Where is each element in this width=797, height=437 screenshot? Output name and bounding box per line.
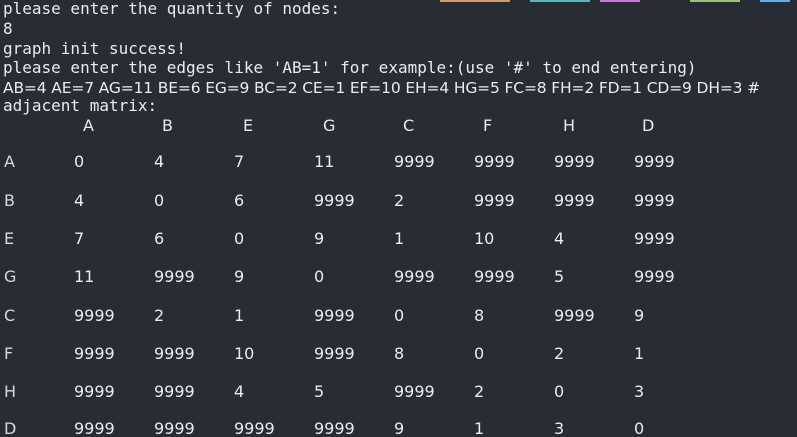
top-edge-segment	[530, 0, 590, 2]
matrix-cell: 8	[474, 306, 485, 325]
matrix-cell: 3	[554, 419, 565, 437]
terminal-window[interactable]: please enter the quantity of nodes: 8 gr…	[0, 0, 797, 437]
matrix-column-header: D	[642, 116, 655, 135]
matrix-cell: 9	[394, 419, 405, 437]
matrix-cell: 4	[74, 191, 85, 210]
matrix-row-label: E	[4, 229, 15, 248]
matrix-cell: 1	[634, 344, 645, 363]
matrix-cell: 0	[474, 344, 485, 363]
matrix-cell: 9999	[394, 152, 435, 171]
matrix-column-header: A	[83, 116, 94, 135]
matrix-cell: 4	[154, 152, 165, 171]
matrix-row-label: H	[4, 382, 17, 401]
matrix-cell: 9999	[314, 344, 355, 363]
matrix-cell: 9999	[474, 152, 515, 171]
matrix-cell: 1	[474, 419, 485, 437]
matrix-cell: 8	[394, 344, 405, 363]
matrix-cell: 9999	[314, 419, 355, 437]
matrix-cell: 6	[234, 191, 245, 210]
matrix-column-header: G	[323, 116, 336, 135]
matrix-cell: 9999	[314, 306, 355, 325]
matrix-row-label: B	[4, 191, 15, 210]
matrix-cell: 0	[154, 191, 165, 210]
matrix-cell: 1	[234, 306, 245, 325]
matrix-column-header: F	[483, 116, 493, 135]
matrix-cell: 0	[74, 152, 85, 171]
matrix-cell: 9999	[394, 382, 435, 401]
matrix-cell: 9999	[74, 382, 115, 401]
matrix-cell: 5	[314, 382, 325, 401]
matrix-cell: 0	[634, 419, 645, 437]
matrix-cell: 9999	[154, 419, 195, 437]
matrix-cell: 4	[234, 382, 245, 401]
matrix-cell: 2	[474, 382, 485, 401]
matrix-cell: 9999	[74, 306, 115, 325]
matrix-cell: 2	[394, 191, 405, 210]
top-edge-segment	[690, 0, 740, 2]
matrix-cell: 9999	[554, 306, 595, 325]
matrix-cell: 9999	[474, 191, 515, 210]
matrix-cell: 9999	[634, 267, 675, 286]
init-success-line: graph init success!	[3, 39, 187, 58]
matrix-row-label: A	[4, 152, 15, 171]
matrix-cell: 9999	[634, 191, 675, 210]
matrix-cell: 6	[154, 229, 165, 248]
input-edges-line: AB=4 AE=7 AG=11 BE=6 EG=9 BC=2 CE=1 EF=1…	[3, 79, 760, 97]
matrix-cell: 9	[234, 267, 245, 286]
matrix-cell: 2	[554, 344, 565, 363]
matrix-row-label: D	[4, 419, 17, 437]
matrix-row-label: C	[4, 306, 16, 325]
prompt-quantity-line: please enter the quantity of nodes:	[3, 0, 341, 18]
matrix-title-line: adjacent matrix:	[3, 96, 158, 115]
matrix-column-header: B	[162, 116, 173, 135]
matrix-cell: 2	[154, 306, 165, 325]
matrix-cell: 9999	[554, 191, 595, 210]
matrix-column-header: E	[243, 116, 254, 135]
matrix-cell: 7	[234, 152, 245, 171]
matrix-cell: 9	[314, 229, 325, 248]
matrix-cell: 1	[394, 229, 405, 248]
input-quantity-line: 8	[3, 19, 13, 38]
matrix-cell: 0	[314, 267, 325, 286]
prompt-edges-line: please enter the edges like 'AB=1' for e…	[3, 58, 697, 77]
matrix-cell: 9999	[74, 344, 115, 363]
matrix-cell: 10	[474, 229, 495, 248]
matrix-cell: 9999	[154, 344, 195, 363]
matrix-cell: 9999	[394, 267, 435, 286]
matrix-cell: 5	[554, 267, 565, 286]
matrix-cell: 10	[234, 344, 255, 363]
matrix-cell: 9999	[314, 191, 355, 210]
top-edge-segment	[440, 0, 510, 2]
matrix-column-header: C	[403, 116, 415, 135]
top-edge-segment	[760, 0, 790, 2]
matrix-cell: 0	[394, 306, 405, 325]
matrix-cell: 7	[74, 229, 85, 248]
matrix-cell: 9999	[234, 419, 275, 437]
matrix-cell: 11	[74, 267, 95, 286]
top-edge-segment	[600, 0, 640, 2]
matrix-cell: 9999	[474, 267, 515, 286]
matrix-cell: 0	[234, 229, 245, 248]
matrix-row-label: F	[4, 344, 14, 363]
matrix-cell: 9	[634, 306, 645, 325]
matrix-cell: 9999	[634, 152, 675, 171]
matrix-cell: 9999	[634, 229, 675, 248]
matrix-cell: 4	[554, 229, 565, 248]
matrix-column-header: H	[563, 116, 576, 135]
matrix-cell: 9999	[154, 382, 195, 401]
matrix-cell: 3	[634, 382, 645, 401]
matrix-cell: 9999	[154, 267, 195, 286]
matrix-row-label: G	[4, 267, 17, 286]
matrix-cell: 11	[314, 152, 335, 171]
matrix-cell: 0	[554, 382, 565, 401]
matrix-cell: 9999	[74, 419, 115, 437]
matrix-cell: 9999	[554, 152, 595, 171]
